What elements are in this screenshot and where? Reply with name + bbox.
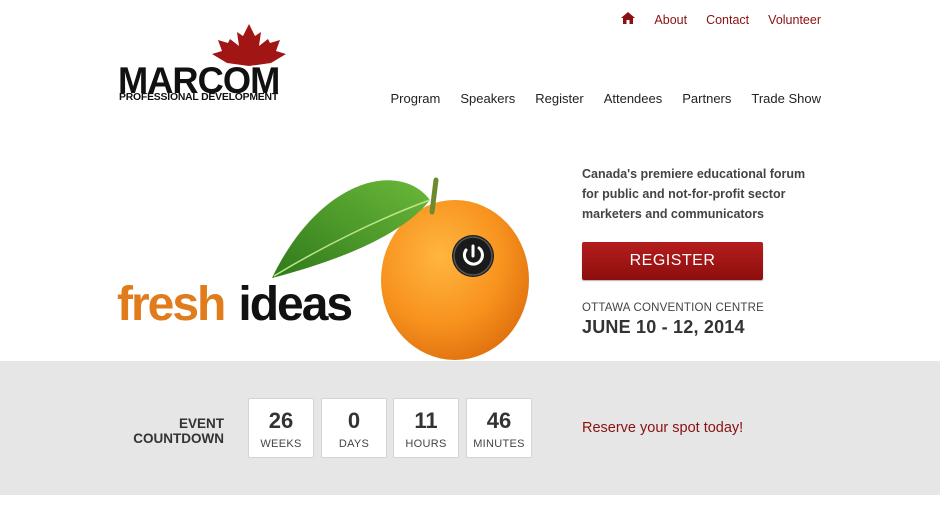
contact-link[interactable]: Contact [706, 13, 749, 27]
countdown-value: 11 [414, 408, 438, 433]
logo-subtitle: PROFESSIONAL DEVELOPMENT [119, 92, 278, 103]
countdown-heading: EVENT COUNTDOWN [108, 416, 224, 446]
about-link[interactable]: About [654, 13, 687, 27]
tagline-ideas: ideas [238, 278, 353, 331]
countdown-days: 0 DAYS [321, 398, 387, 458]
event-description: Canada's premiere educational forum for … [582, 167, 806, 221]
countdown-hours: 11 HOURS [393, 398, 459, 458]
event-dates: JUNE 10 - 12, 2014 [582, 317, 745, 337]
nav-partners[interactable]: Partners [682, 91, 731, 106]
countdown-value: 26 [268, 408, 294, 433]
utility-nav: About Contact Volunteer [621, 12, 821, 27]
countdown-unit: HOURS [405, 438, 447, 450]
countdown-value: 46 [486, 408, 512, 433]
nav-register[interactable]: Register [535, 91, 583, 106]
venue-name: OTTAWA CONVENTION CENTRE [582, 302, 764, 314]
reserve-spot-link[interactable]: Reserve your spot today! [582, 420, 743, 436]
countdown-weeks: 26 WEEKS [248, 398, 314, 458]
nav-program[interactable]: Program [391, 91, 441, 106]
hero-tagline: fresh ideas [117, 278, 353, 331]
main-nav: Program Speakers Register Attendees Part… [391, 91, 822, 106]
home-icon [621, 12, 636, 24]
countdown-heading-line2: COUNTDOWN [133, 431, 224, 446]
countdown-unit: MINUTES [473, 438, 525, 450]
nav-speakers[interactable]: Speakers [460, 91, 515, 106]
countdown-heading-line1: EVENT [178, 416, 224, 431]
tagline-fresh: fresh [117, 278, 226, 331]
home-link[interactable] [621, 12, 636, 27]
countdown-minutes: 46 MINUTES [466, 398, 532, 458]
countdown-unit: WEEKS [260, 438, 302, 450]
countdown-unit: DAYS [338, 438, 370, 450]
marcom-logo[interactable]: MARCOM PROFESSIONAL DEVELOPMENT [118, 24, 296, 108]
nav-trade-show[interactable]: Trade Show [751, 91, 821, 106]
orange-illustration [272, 177, 529, 360]
nav-attendees[interactable]: Attendees [604, 91, 663, 106]
countdown-value: 0 [347, 408, 361, 433]
volunteer-link[interactable]: Volunteer [768, 13, 821, 27]
register-button[interactable]: REGISTER [582, 242, 763, 280]
